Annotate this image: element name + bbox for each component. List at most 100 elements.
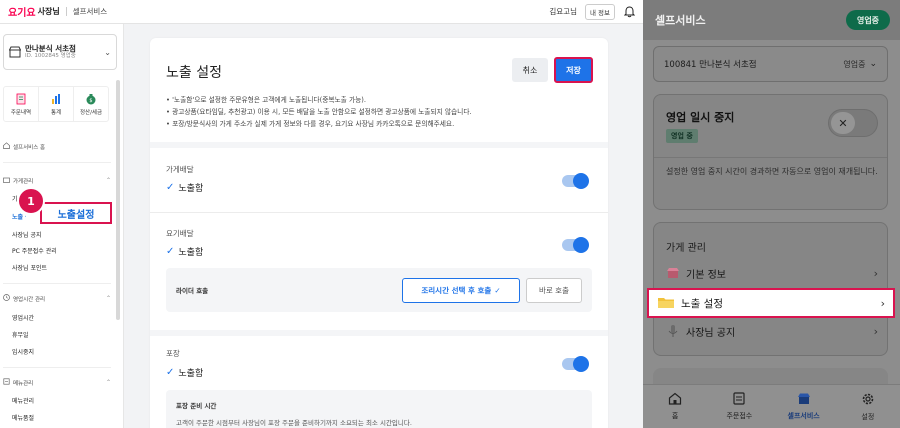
menu-icon [3,378,10,387]
folder-icon [657,295,675,312]
chevron-up-icon: ⌃ [105,379,111,386]
check-icon: ✓ [166,182,175,193]
yogi-delivery-toggle[interactable] [562,237,589,253]
sidebar-item-pc-orders[interactable]: PC 주문접수 관리 [12,246,57,255]
quick-label: 주문내역 [10,109,32,116]
chevron-right-icon: › [880,296,885,310]
divider [3,283,111,284]
store-name: 100841 만나분식 서초점 [664,60,757,70]
pause-card: 영업 일시 중지 영업 중 ✕ 설정한 영업 중지 시간이 경과하면 자동으로 … [653,94,888,210]
sidebar-group-menu[interactable]: 메뉴관리 ⌃ [3,378,111,387]
store-icon [3,176,10,185]
status-badge: 영업중 [846,10,890,30]
my-info-button[interactable]: 내 정보 [584,3,615,20]
sidebar-item-points[interactable]: 사장님 포인트 [12,263,47,272]
cancel-button[interactable]: 취소 [512,58,548,82]
store-delivery-toggle[interactable] [562,173,589,189]
rider-call-immediate-option[interactable]: 바로 호출 [526,278,582,303]
bar-chart-icon [49,93,63,105]
sidebar-item-sold-out[interactable]: 메뉴품절 [12,413,34,422]
gear-icon [861,392,875,409]
chevron-up-icon: ⌃ [105,295,111,302]
divider [3,367,111,368]
sidebar-item-business-hours[interactable]: 영업시간 [12,313,34,322]
sidebar-item-label: 셀프서비스 홈 [13,144,46,151]
check-icon: ✓ [166,246,175,257]
sidebar-group-label: 영업시간 관리 [13,296,46,303]
chevron-right-icon: › [873,266,878,280]
notice-item: '노출함'으로 설정한 주문유형은 고객에게 노출됩니다(중복노출 가능). [166,94,596,106]
sidebar-item-pause[interactable]: 임시중지 [12,347,34,356]
tab-home[interactable]: 홈 [643,385,707,428]
home-icon [668,392,682,408]
option-label: 조리시간 선택 후 호출 [421,286,492,295]
quick-orders[interactable]: 주문내역 [4,87,39,121]
exposure-status: 노출함 [178,248,204,258]
save-button[interactable]: 저장 [554,57,593,83]
sidebar: 만나분식 서초점 ID. 1002845 영업중 ⌄ 주문내역 통계 $ 정산/… [0,24,124,428]
tab-self-service[interactable]: 셀프서비스 [772,385,836,428]
status-badge: 영업 중 [666,129,698,143]
row-label: 기본 정보 [686,269,726,281]
sidebar-item-home[interactable]: 셀프서비스 홈 [3,142,111,151]
sidebar-item-menu-manage[interactable]: 메뉴관리 [12,396,34,405]
quick-settlement[interactable]: $ 정산/세금 [74,87,108,121]
store-id: ID. 1002845 영업중 [25,53,76,60]
exposure-highlight[interactable]: 노출설정 [40,202,112,224]
rider-call-label: 라이더 호출 [176,287,209,295]
rider-call-panel: 라이더 호출 조리시간 선택 후 호출 ✓ 바로 호출 [166,268,592,312]
row-label: 사장님 공지 [686,327,736,339]
takeout-label: 포장 [166,349,180,358]
pause-switch[interactable]: ✕ [828,109,878,137]
sidebar-item-holidays[interactable]: 휴무일 [12,330,29,339]
sidebar-group-hours[interactable]: 영업시간 관리 ⌃ [3,294,111,303]
web-screen: 요기요 사장님 셀프서비스 김요고님 내 정보 만나분식 서초점 ID. 100… [0,0,643,428]
close-icon: ✕ [831,112,855,134]
tab-label: 셀프서비스 [787,412,820,420]
mobile-row-basic-info[interactable]: 기본 정보 › [666,263,878,283]
sidebar-group-label: 가게관리 [13,178,34,185]
mobile-title: 셀프서비스 [655,14,706,27]
prep-time-desc: 고객이 주문한 시점부터 사장님이 포장 주문을 준비하기까지 소요되는 최소 … [176,419,412,427]
pause-desc: 설정한 영업 중지 시간이 경과하면 자동으로 영업이 재개됩니다. [666,167,878,176]
takeout-toggle[interactable] [562,356,589,372]
top-right: 김요고님 내 정보 [549,3,635,20]
divider [3,162,111,163]
microphone-icon [666,324,680,338]
home-icon [3,142,10,151]
tab-orders[interactable]: 주문접수 [707,385,771,428]
quick-stats[interactable]: 통계 [39,87,74,121]
top-bar: 요기요 사장님 셀프서비스 김요고님 내 정보 [0,0,643,24]
sidebar-group-store[interactable]: 가게관리 ⌃ [3,176,111,185]
mobile-screen: 셀프서비스 영업중 100841 만나분식 서초점 영업중 ⌄ 영업 일시 중지… [643,0,900,428]
store-status: 영업중 [843,59,866,69]
sidebar-item-owner-notice[interactable]: 사장님 공지 [12,230,42,239]
mobile-row-owner-notice[interactable]: 사장님 공지 › [666,321,878,341]
yogi-delivery-label: 요기배달 [166,229,194,238]
page-title: 노출 설정 [166,65,222,81]
chevron-right-icon: › [873,324,878,338]
mobile-row-exposure-highlight[interactable]: 노출 설정 › [647,288,895,318]
store-icon [8,46,22,58]
rider-call-after-cook-option[interactable]: 조리시간 선택 후 호출 ✓ [402,278,520,303]
store-icon [797,392,811,408]
quick-label: 통계 [50,109,62,116]
printer-icon [732,392,746,408]
clock-icon [3,294,10,303]
mobile-store-selector[interactable]: 100841 만나분식 서초점 영업중 ⌄ [653,46,888,82]
logo-sub: 사장님 [37,7,60,16]
sidebar-scrollbar[interactable] [116,80,120,320]
sidebar-group-label: 메뉴관리 [13,380,34,387]
prep-time-title: 포장 준비 시간 [176,402,217,410]
bell-icon[interactable] [623,5,635,18]
user-name: 김요고님 [549,7,577,16]
exposure-settings-card: 노출 설정 취소 저장 '노출함'으로 설정한 주문유형은 고객에게 노출됩니다… [150,38,608,428]
divider [65,7,67,16]
yogiyo-logo[interactable]: 요기요 [8,4,36,19]
mobile-header: 셀프서비스 영업중 [643,0,900,40]
tab-settings[interactable]: 설정 [836,385,900,428]
store-delivery-value: ✓ 노출함 [166,181,203,194]
store-selector[interactable]: 만나분식 서초점 ID. 1002845 영업중 ⌄ [3,34,117,70]
bottom-tab-bar: 홈 주문접수 셀프서비스 설정 [643,384,900,428]
tab-label: 설정 [861,412,875,421]
